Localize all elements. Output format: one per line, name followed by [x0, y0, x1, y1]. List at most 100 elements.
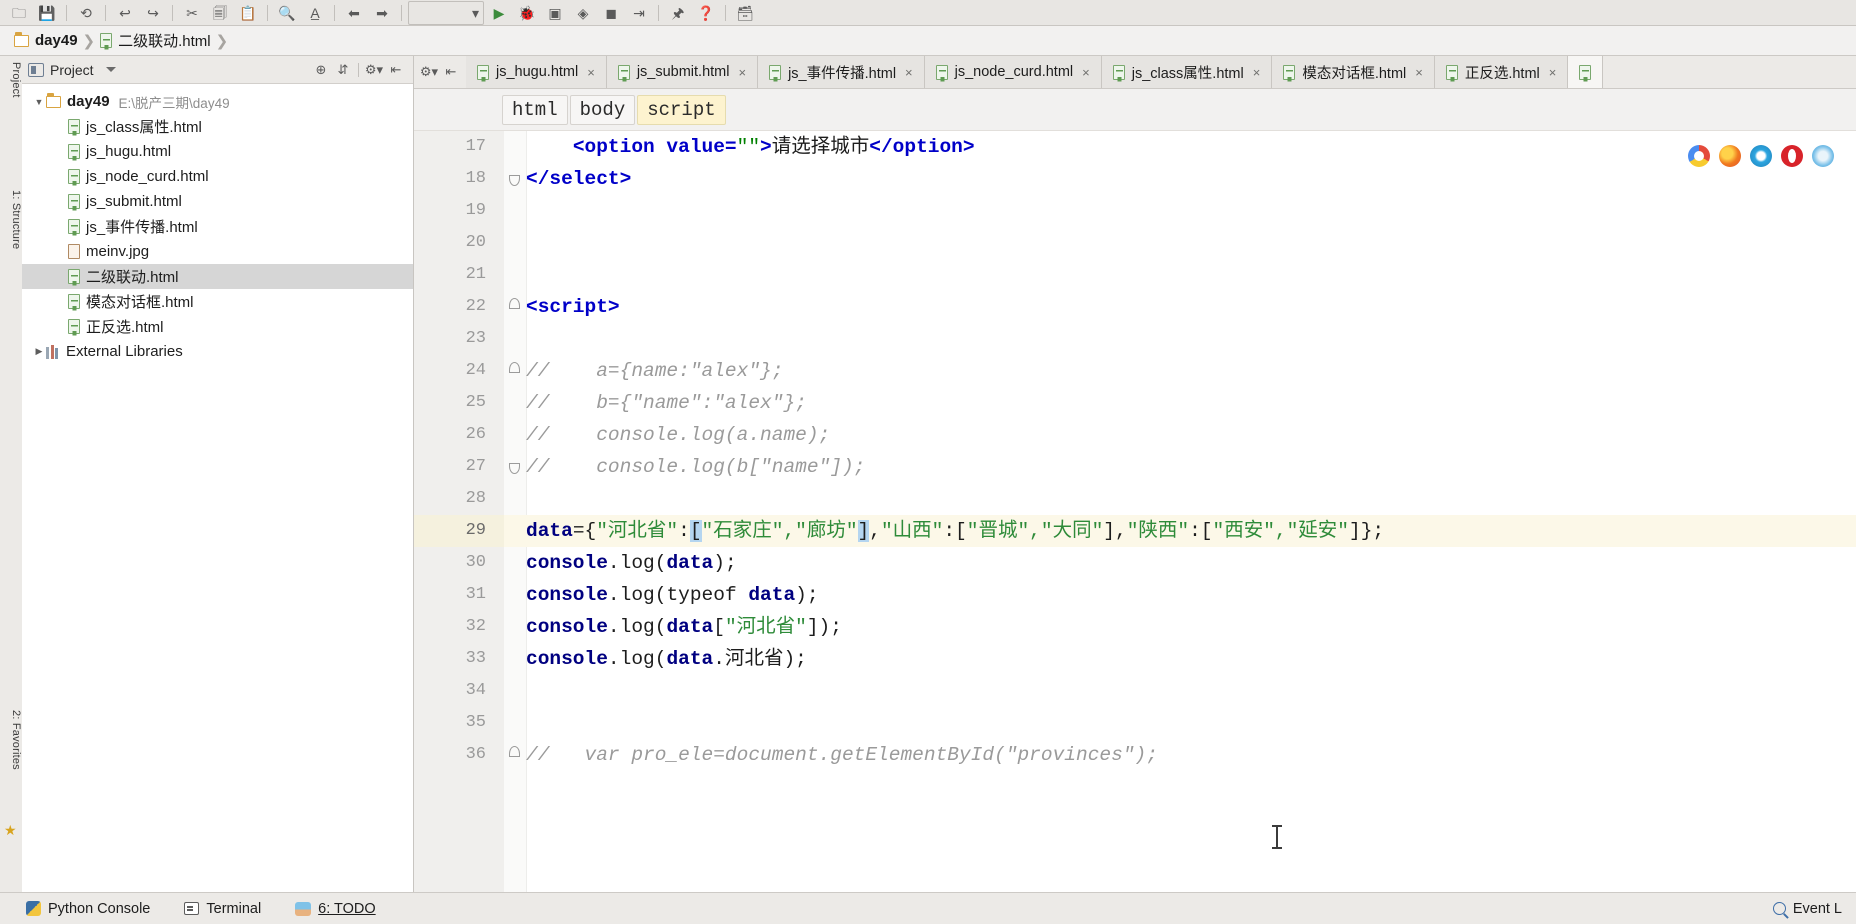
- paste-icon[interactable]: 📋: [235, 2, 261, 24]
- editor-tab[interactable]: 正反选.html ×: [1434, 56, 1569, 88]
- open-folder-icon[interactable]: 🗀: [6, 2, 32, 24]
- coverage-icon[interactable]: ▣: [542, 2, 568, 24]
- sync-icon[interactable]: ⟲: [73, 2, 99, 24]
- profile-icon[interactable]: ◈: [570, 2, 596, 24]
- chevron-down-icon[interactable]: ▼: [32, 97, 46, 107]
- code-line[interactable]: 36 // var pro_ele=document.getElementById…: [414, 739, 1856, 771]
- code-line[interactable]: 18 </select>: [414, 163, 1856, 195]
- code-line[interactable]: 28: [414, 483, 1856, 515]
- code-line[interactable]: 31 console.log(typeof data);: [414, 579, 1856, 611]
- close-icon[interactable]: ×: [1082, 65, 1090, 80]
- close-icon[interactable]: ×: [1415, 65, 1423, 80]
- debug-icon[interactable]: 🐞: [514, 2, 540, 24]
- tool-tab-project[interactable]: Project: [0, 58, 22, 102]
- back-icon[interactable]: ⬅: [341, 2, 367, 24]
- close-icon[interactable]: ×: [587, 65, 595, 80]
- code-line[interactable]: 19: [414, 195, 1856, 227]
- run-icon[interactable]: ▶: [486, 2, 512, 24]
- status-item-todo[interactable]: 6: TODO: [295, 901, 376, 917]
- help-icon[interactable]: ❓: [693, 2, 719, 24]
- tree-item[interactable]: 模态对话框.html: [22, 289, 413, 314]
- fold-open-icon[interactable]: [507, 746, 522, 762]
- tree-item[interactable]: meinv.jpg: [22, 239, 413, 264]
- chrome-icon[interactable]: [1688, 145, 1710, 167]
- stop-icon[interactable]: ◼: [598, 2, 624, 24]
- structure-crumb[interactable]: html: [502, 94, 568, 125]
- tree-item[interactable]: js_submit.html: [22, 189, 413, 214]
- ie-icon[interactable]: [1750, 145, 1772, 167]
- fold-close-icon[interactable]: [507, 170, 522, 186]
- settings-icon[interactable]: 🗃: [732, 2, 758, 24]
- step-icon[interactable]: ⇥: [626, 2, 652, 24]
- hide-icon[interactable]: ⇤: [385, 60, 407, 80]
- close-icon[interactable]: ×: [1253, 65, 1261, 80]
- cut-icon[interactable]: ✂: [179, 2, 205, 24]
- status-item-terminal[interactable]: Terminal: [184, 901, 261, 917]
- collapse-all-icon[interactable]: ⇵: [332, 60, 354, 80]
- editor-tab[interactable]: js_事件传播.html ×: [758, 56, 925, 88]
- close-icon[interactable]: ×: [1549, 65, 1557, 80]
- tree-item[interactable]: ▼ day49 E:\脱产三期\day49: [22, 89, 413, 114]
- code-line[interactable]: 22 <script>: [414, 291, 1856, 323]
- tree-item[interactable]: 正反选.html: [22, 314, 413, 339]
- code-line[interactable]: 33 console.log(data.河北省);: [414, 643, 1856, 675]
- tool-tab-structure[interactable]: 1: Structure: [0, 186, 22, 253]
- tool-tab-favorites[interactable]: 2: Favorites: [0, 706, 22, 774]
- structure-crumb[interactable]: body: [569, 94, 636, 125]
- tree-item[interactable]: js_事件传播.html: [22, 214, 413, 239]
- code-text[interactable]: 17 <option value="">请选择城市</option> 18 </se…: [414, 131, 1856, 893]
- fold-close-icon[interactable]: [507, 458, 522, 474]
- structure-crumb[interactable]: script: [637, 94, 726, 125]
- tree-item[interactable]: js_hugu.html: [22, 139, 413, 164]
- status-item-event-log[interactable]: Event L: [1772, 901, 1842, 917]
- replace-icon[interactable]: A̲: [302, 2, 328, 24]
- copy-icon[interactable]: 🗐: [207, 2, 233, 24]
- code-line[interactable]: 26 // console.log(a.name);: [414, 419, 1856, 451]
- search-icon[interactable]: 🔍: [274, 2, 300, 24]
- editor-tab[interactable]: js_class属性.html ×: [1101, 56, 1273, 88]
- undo-icon[interactable]: ↩: [112, 2, 138, 24]
- close-icon[interactable]: ×: [738, 65, 746, 80]
- redo-icon[interactable]: ↪: [140, 2, 166, 24]
- locate-icon[interactable]: ⊕: [310, 60, 332, 80]
- code-line[interactable]: 24 // a={name:"alex"};: [414, 355, 1856, 387]
- favorites-star-icon[interactable]: ★: [4, 822, 17, 839]
- editor-tab[interactable]: [1568, 56, 1604, 88]
- tree-item[interactable]: ▶ External Libraries: [22, 339, 413, 364]
- code-line[interactable]: 21: [414, 259, 1856, 291]
- code-line[interactable]: 25 // b={"name":"alex"};: [414, 387, 1856, 419]
- code-line[interactable]: 20: [414, 227, 1856, 259]
- tree-item[interactable]: js_class属性.html: [22, 114, 413, 139]
- code-line[interactable]: 17 <option value="">请选择城市</option>: [414, 131, 1856, 163]
- breadcrumb-item-project[interactable]: day49: [14, 31, 78, 49]
- code-line[interactable]: 35: [414, 707, 1856, 739]
- gear-icon[interactable]: ⚙▾: [363, 60, 385, 80]
- forward-icon[interactable]: ➡: [369, 2, 395, 24]
- code-viewport[interactable]: 17 <option value="">请选择城市</option> 18 </se…: [414, 131, 1856, 893]
- chevron-down-icon[interactable]: [105, 67, 116, 72]
- code-line[interactable]: 32 console.log(data["河北省"]);: [414, 611, 1856, 643]
- tree-item[interactable]: js_node_curd.html: [22, 164, 413, 189]
- firefox-icon[interactable]: [1719, 145, 1741, 167]
- code-line[interactable]: 23: [414, 323, 1856, 355]
- status-item-python-console[interactable]: Python Console: [26, 901, 150, 917]
- tree-item[interactable]: 二级联动.html: [22, 264, 413, 289]
- safari-icon[interactable]: [1812, 145, 1834, 167]
- code-line[interactable]: 34: [414, 675, 1856, 707]
- breadcrumb-item-file[interactable]: 二级联动.html: [100, 30, 211, 51]
- editor-tab[interactable]: js_node_curd.html ×: [924, 56, 1102, 88]
- editor-tab[interactable]: 模态对话框.html ×: [1272, 56, 1435, 88]
- run-config-dropdown[interactable]: ▾: [408, 0, 484, 25]
- project-tree[interactable]: ▼ day49 E:\脱产三期\day49 js_class属性.html js_hug…: [22, 84, 413, 364]
- fold-open-icon[interactable]: [507, 362, 522, 378]
- attach-icon[interactable]: 🖈: [665, 2, 691, 24]
- code-line[interactable]: 29 data={"河北省":["石家庄","廊坊"],"山西":["晋城","大…: [414, 515, 1856, 547]
- editor-tab[interactable]: js_hugu.html ×: [466, 56, 607, 88]
- opera-icon[interactable]: [1781, 145, 1803, 167]
- save-icon[interactable]: 💾: [34, 2, 60, 24]
- code-line[interactable]: 27 // console.log(b["name"]);: [414, 451, 1856, 483]
- hide-icon[interactable]: ⇤: [440, 62, 462, 82]
- editor-tab[interactable]: js_submit.html ×: [606, 56, 759, 88]
- gear-icon[interactable]: ⚙▾: [418, 62, 440, 82]
- code-line[interactable]: 30 console.log(data);: [414, 547, 1856, 579]
